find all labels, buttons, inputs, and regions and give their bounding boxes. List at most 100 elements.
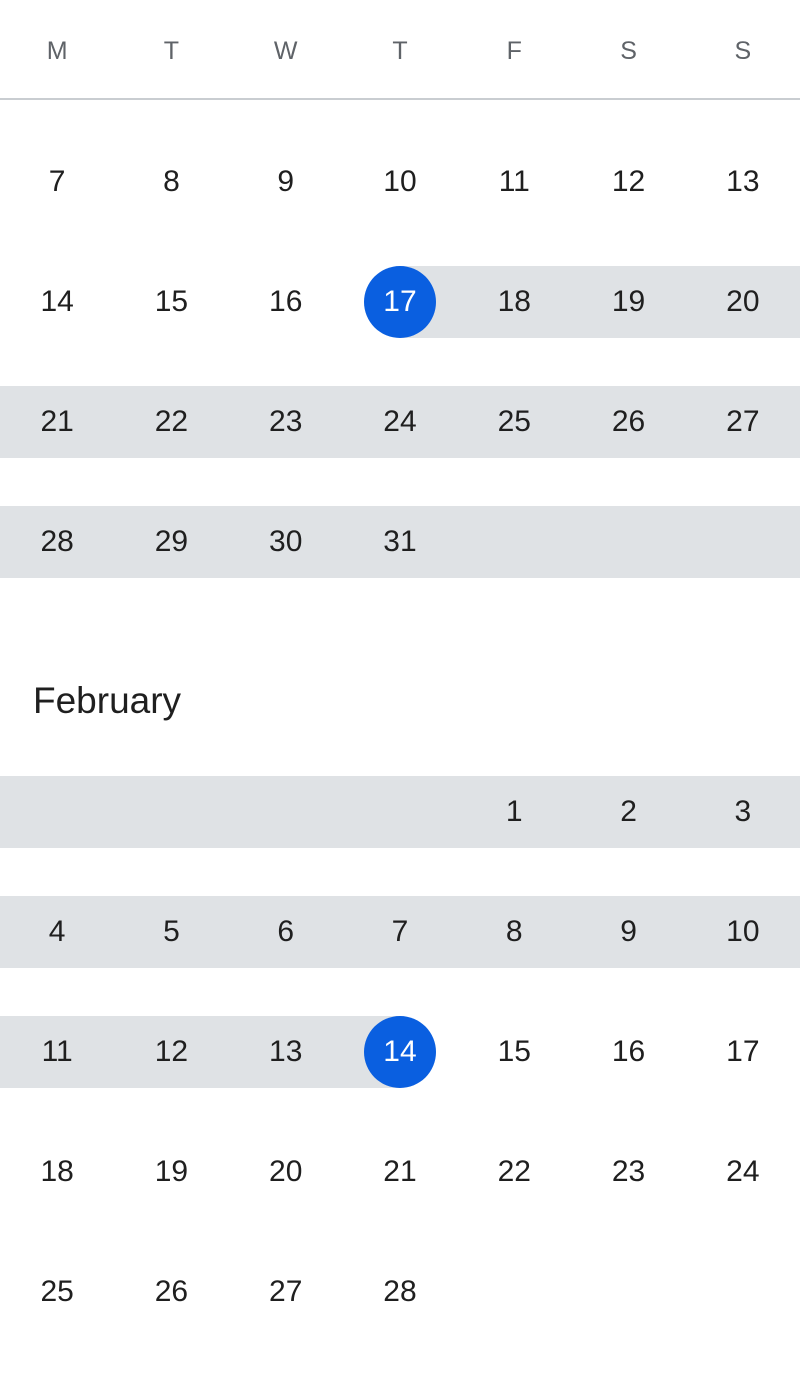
day-cell[interactable]: 27 <box>229 1256 343 1328</box>
day-cell[interactable]: 13 <box>686 146 800 218</box>
day-cell[interactable]: 22 <box>457 1136 571 1208</box>
day-number: 24 <box>726 1155 760 1188</box>
day-cell[interactable]: 2 <box>571 776 686 848</box>
day-cell[interactable]: 12 <box>114 1016 229 1088</box>
week-row: 11 12 13 14 15 16 17 <box>0 1016 800 1088</box>
weekday-sunday: S <box>734 37 752 65</box>
day-number: 22 <box>497 1155 531 1188</box>
day-number: 31 <box>383 525 417 558</box>
day-cell[interactable]: 20 <box>685 266 800 338</box>
day-cell[interactable]: 24 <box>342 386 458 458</box>
week-row: 25 26 27 28 <box>0 1256 800 1328</box>
day-number: 12 <box>611 165 646 198</box>
empty-day-cell <box>685 506 800 578</box>
day-number: 9 <box>620 915 637 948</box>
day-cell[interactable]: 3 <box>685 776 800 848</box>
day-number: 8 <box>505 915 523 948</box>
day-cell[interactable]: 25 <box>0 1256 114 1328</box>
day-number: 14 <box>40 285 74 318</box>
day-cell[interactable]: 23 <box>228 386 343 458</box>
range-start-day[interactable]: 17 <box>342 266 458 338</box>
weekday-wednesday: W <box>273 37 298 65</box>
day-cell[interactable]: 15 <box>457 1016 571 1088</box>
weekday-header: M T W T F S S <box>0 0 800 100</box>
day-number: 11 <box>498 165 530 198</box>
day-cell[interactable]: 18 <box>0 1136 114 1208</box>
day-cell[interactable]: 19 <box>571 266 686 338</box>
day-cell[interactable]: 19 <box>114 1136 228 1208</box>
day-cell[interactable]: 1 <box>457 776 572 848</box>
day-number: 16 <box>611 1035 646 1068</box>
day-number: 16 <box>269 285 303 318</box>
day-number: 12 <box>154 1035 189 1068</box>
day-cell[interactable]: 28 <box>343 1256 457 1328</box>
range-end-day[interactable]: 14 <box>342 1016 458 1088</box>
day-cell[interactable]: 12 <box>571 146 685 218</box>
day-cell[interactable]: 16 <box>571 1016 685 1088</box>
day-cell[interactable]: 9 <box>571 896 686 968</box>
day-cell[interactable]: 7 <box>342 896 458 968</box>
day-cell[interactable]: 7 <box>0 146 114 218</box>
day-cell[interactable]: 8 <box>114 146 228 218</box>
day-cell[interactable]: 10 <box>685 896 800 968</box>
day-cell[interactable]: 31 <box>342 506 458 578</box>
day-number: 10 <box>726 915 760 948</box>
day-cell[interactable]: 20 <box>229 1136 343 1208</box>
day-cell[interactable]: 14 <box>0 266 114 338</box>
day-number: 18 <box>497 285 531 318</box>
week-row: 21 22 23 24 25 26 27 <box>0 386 800 458</box>
day-number: 13 <box>726 165 760 198</box>
week-row: 7 8 9 10 11 12 13 <box>0 146 800 218</box>
day-cell[interactable]: 17 <box>686 1016 800 1088</box>
day-cell[interactable]: 21 <box>0 386 115 458</box>
day-number: 2 <box>620 795 637 828</box>
week-row: 18 19 20 21 22 23 24 <box>0 1136 800 1208</box>
day-number: 11 <box>41 1035 73 1068</box>
day-number: 13 <box>269 1035 303 1068</box>
day-number: 4 <box>48 915 66 948</box>
day-number: 20 <box>726 285 760 318</box>
day-number: 15 <box>154 285 189 318</box>
day-number: 17 <box>726 1035 760 1068</box>
day-cell[interactable]: 5 <box>114 896 229 968</box>
day-cell[interactable]: 6 <box>228 896 343 968</box>
day-number: 28 <box>40 525 74 558</box>
day-cell[interactable]: 25 <box>457 386 572 458</box>
day-number: 28 <box>383 1275 417 1308</box>
day-cell[interactable]: 29 <box>114 506 229 578</box>
day-cell[interactable]: 22 <box>114 386 229 458</box>
day-cell[interactable]: 11 <box>457 146 571 218</box>
day-number: 3 <box>734 795 752 828</box>
day-number: 23 <box>611 1155 646 1188</box>
day-cell[interactable]: 26 <box>571 386 686 458</box>
day-cell[interactable]: 15 <box>114 266 228 338</box>
day-number: 21 <box>383 1155 417 1188</box>
day-number: 7 <box>391 915 409 948</box>
day-cell[interactable]: 9 <box>229 146 343 218</box>
day-number: 25 <box>40 1275 74 1308</box>
day-cell[interactable]: 18 <box>457 266 572 338</box>
day-cell[interactable]: 10 <box>343 146 457 218</box>
weekday-monday: M <box>46 37 68 65</box>
day-number: 29 <box>154 525 189 558</box>
day-cell[interactable]: 11 <box>0 1016 115 1088</box>
empty-day-cell <box>571 506 686 578</box>
day-cell[interactable]: 27 <box>685 386 800 458</box>
day-cell[interactable]: 13 <box>228 1016 343 1088</box>
day-cell[interactable]: 16 <box>229 266 343 338</box>
day-cell[interactable]: 26 <box>114 1256 228 1328</box>
day-cell[interactable]: 30 <box>228 506 343 578</box>
day-cell[interactable]: 24 <box>686 1136 800 1208</box>
day-cell[interactable]: 4 <box>0 896 115 968</box>
day-cell[interactable]: 28 <box>0 506 115 578</box>
day-cell[interactable]: 23 <box>571 1136 685 1208</box>
day-cell[interactable]: 8 <box>457 896 572 968</box>
day-number: 20 <box>269 1155 303 1188</box>
day-cell[interactable]: 21 <box>343 1136 457 1208</box>
empty-day-cell <box>457 506 572 578</box>
day-number: 1 <box>505 795 523 828</box>
day-number: 19 <box>611 285 646 318</box>
weekday-saturday: S <box>620 37 637 65</box>
day-number: 21 <box>40 405 74 438</box>
day-number: 27 <box>269 1275 303 1308</box>
